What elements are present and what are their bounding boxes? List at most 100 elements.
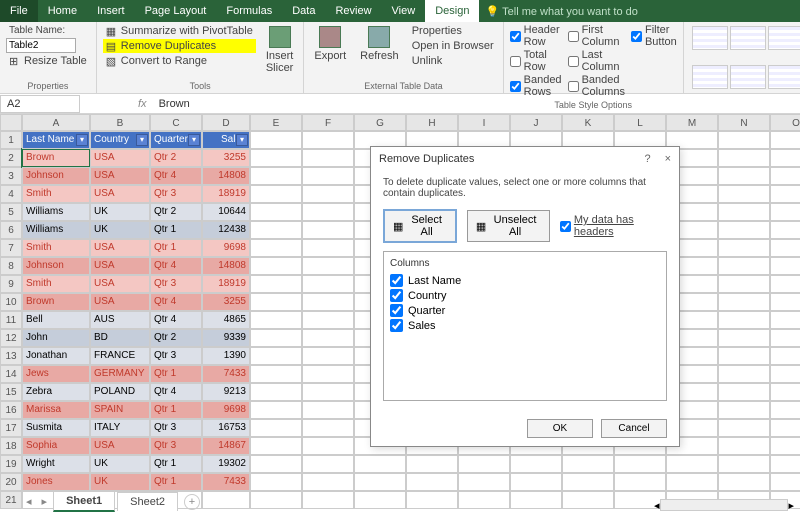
- cell[interactable]: Qtr 1: [150, 221, 202, 239]
- cell[interactable]: [354, 473, 406, 491]
- cell[interactable]: POLAND: [90, 383, 150, 401]
- cell[interactable]: [770, 149, 800, 167]
- col-header[interactable]: K: [562, 114, 614, 131]
- cell[interactable]: Qtr 3: [150, 437, 202, 455]
- cell[interactable]: 16753: [202, 419, 250, 437]
- cell[interactable]: ITALY: [90, 419, 150, 437]
- cell[interactable]: Zebra: [22, 383, 90, 401]
- sheet-tab-2[interactable]: Sheet2: [117, 492, 178, 511]
- cell[interactable]: [302, 419, 354, 437]
- cell[interactable]: 10644: [202, 203, 250, 221]
- tab-page-layout[interactable]: Page Layout: [135, 0, 217, 22]
- cell[interactable]: USA: [90, 275, 150, 293]
- cell[interactable]: 9339: [202, 329, 250, 347]
- cell[interactable]: [718, 365, 770, 383]
- cell[interactable]: [250, 383, 302, 401]
- filter-dropdown-icon[interactable]: ▾: [136, 134, 148, 146]
- cell[interactable]: [718, 473, 770, 491]
- cell[interactable]: [302, 275, 354, 293]
- dialog-help-button[interactable]: ?: [644, 153, 650, 165]
- cell[interactable]: 12438: [202, 221, 250, 239]
- convert-range-button[interactable]: ▧Convert to Range: [103, 54, 256, 68]
- cell[interactable]: 9698: [202, 401, 250, 419]
- cell[interactable]: 18919: [202, 275, 250, 293]
- row-header[interactable]: 3: [0, 167, 22, 185]
- banded-cols-check[interactable]: Banded Columns: [568, 74, 625, 98]
- cell[interactable]: FRANCE: [90, 347, 150, 365]
- table-header[interactable]: Quarter▾: [150, 131, 202, 149]
- cell[interactable]: [406, 473, 458, 491]
- cell[interactable]: Qtr 4: [150, 311, 202, 329]
- cell[interactable]: [770, 419, 800, 437]
- cell[interactable]: [718, 239, 770, 257]
- cell[interactable]: [250, 473, 302, 491]
- cell[interactable]: [250, 149, 302, 167]
- cell[interactable]: [302, 239, 354, 257]
- cell[interactable]: [770, 383, 800, 401]
- cell[interactable]: 7433: [202, 365, 250, 383]
- cell[interactable]: [718, 293, 770, 311]
- cell[interactable]: [718, 257, 770, 275]
- col-header[interactable]: C: [150, 114, 202, 131]
- sheet-tab-1[interactable]: Sheet1: [53, 491, 115, 512]
- tab-data[interactable]: Data: [282, 0, 325, 22]
- cell[interactable]: Qtr 1: [150, 455, 202, 473]
- cell[interactable]: [250, 257, 302, 275]
- row-header[interactable]: 16: [0, 401, 22, 419]
- cell[interactable]: Jones: [22, 473, 90, 491]
- row-header[interactable]: 19: [0, 455, 22, 473]
- name-box[interactable]: A2: [0, 95, 80, 113]
- cell[interactable]: USA: [90, 293, 150, 311]
- cell[interactable]: [718, 167, 770, 185]
- cell[interactable]: [250, 491, 302, 509]
- cell[interactable]: [770, 365, 800, 383]
- cell[interactable]: Sophia: [22, 437, 90, 455]
- cell[interactable]: BD: [90, 329, 150, 347]
- filter-dropdown-icon[interactable]: ▾: [76, 134, 88, 146]
- cell[interactable]: Qtr 1: [150, 239, 202, 257]
- last-col-check[interactable]: Last Column: [568, 49, 625, 73]
- cell[interactable]: [770, 167, 800, 185]
- tab-file[interactable]: File: [0, 0, 38, 22]
- cell[interactable]: [250, 239, 302, 257]
- cell[interactable]: UK: [90, 473, 150, 491]
- cell[interactable]: Smith: [22, 185, 90, 203]
- col-header[interactable]: J: [510, 114, 562, 131]
- cell[interactable]: Williams: [22, 221, 90, 239]
- select-all-button[interactable]: ▦Select All: [383, 209, 457, 243]
- cell[interactable]: [458, 473, 510, 491]
- cancel-button[interactable]: Cancel: [601, 419, 667, 438]
- cell[interactable]: [770, 347, 800, 365]
- cell[interactable]: Smith: [22, 275, 90, 293]
- filter-button-check[interactable]: Filter Button: [631, 24, 677, 48]
- cell[interactable]: [302, 347, 354, 365]
- cell[interactable]: Brown: [22, 293, 90, 311]
- cell[interactable]: [718, 455, 770, 473]
- cell[interactable]: USA: [90, 167, 150, 185]
- cell[interactable]: [718, 131, 770, 149]
- cell[interactable]: 3255: [202, 293, 250, 311]
- horizontal-scrollbar[interactable]: ◂▸: [654, 498, 794, 512]
- cell[interactable]: [302, 491, 354, 509]
- cell[interactable]: [250, 275, 302, 293]
- cell[interactable]: [718, 419, 770, 437]
- table-name-input[interactable]: [6, 38, 76, 53]
- table-style-swatch[interactable]: [692, 65, 728, 89]
- row-header[interactable]: 18: [0, 437, 22, 455]
- cell[interactable]: [250, 437, 302, 455]
- column-checkbox-item[interactable]: Last Name: [390, 273, 660, 288]
- cell[interactable]: USA: [90, 185, 150, 203]
- cell[interactable]: [770, 293, 800, 311]
- cell[interactable]: [562, 473, 614, 491]
- table-style-swatch[interactable]: [692, 26, 728, 50]
- cell[interactable]: 19302: [202, 455, 250, 473]
- cell[interactable]: [302, 329, 354, 347]
- cell[interactable]: Williams: [22, 203, 90, 221]
- row-header[interactable]: 9: [0, 275, 22, 293]
- cell[interactable]: [250, 365, 302, 383]
- col-header[interactable]: L: [614, 114, 666, 131]
- cell[interactable]: [718, 383, 770, 401]
- table-style-swatch[interactable]: [768, 26, 800, 50]
- col-header[interactable]: O: [770, 114, 800, 131]
- cell[interactable]: USA: [90, 149, 150, 167]
